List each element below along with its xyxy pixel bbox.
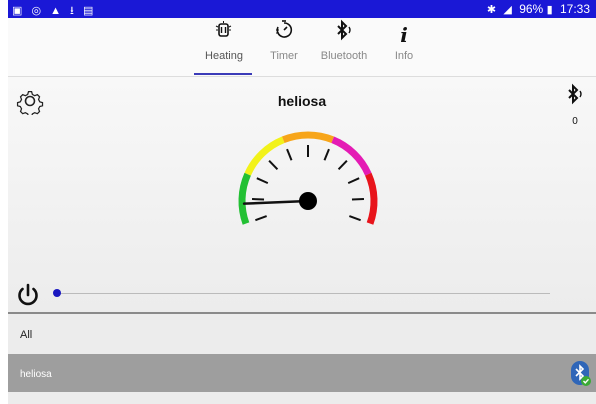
active-tab-indicator [194, 73, 252, 75]
battery-percent: 96% [519, 2, 544, 16]
bottom-area [8, 392, 596, 404]
tab-label: Heating [205, 50, 243, 62]
info-icon: i [400, 23, 408, 47]
gauge-tick [255, 215, 267, 222]
tab-label: Info [394, 50, 414, 62]
bluetooth-signal-icon [562, 83, 588, 111]
tab-heating[interactable]: Heating [194, 18, 254, 74]
bluetooth-status-icon: ✱ [486, 4, 497, 16]
power-slider-track[interactable] [58, 293, 550, 294]
tab-timer[interactable]: Timer [254, 18, 314, 74]
group-label: All [20, 329, 33, 341]
bluetooth-connected-icon [570, 360, 592, 388]
gauge-arc-segment [281, 131, 335, 144]
device-list-item[interactable]: heliosa [8, 354, 596, 392]
device-title: heliosa [277, 93, 327, 109]
timer-icon [254, 18, 314, 48]
gauge-needle [242, 199, 310, 205]
gauge-tick [347, 177, 360, 185]
power-icon[interactable] [15, 282, 41, 308]
tab-bluetooth[interactable]: Bluetooth [314, 18, 374, 74]
gauge-arc-segment [244, 136, 285, 176]
bluetooth-count: 0 [572, 116, 578, 127]
status-bar: ▣ ◎ ▲ ⭳ ▤ ✱ ◢ 96% ▮ 17:33 [8, 0, 596, 18]
battery-icon: ▮ [546, 4, 553, 16]
tab-info[interactable]: i Info [374, 18, 434, 74]
bluetooth-status: 0 [562, 83, 588, 129]
device-group-all[interactable]: All [8, 314, 596, 354]
tab-bar: Heating Timer Bluetooth i Info [8, 18, 596, 77]
temperature-gauge [238, 131, 378, 225]
power-slider-thumb[interactable] [53, 289, 61, 297]
gauge-arc-segment [365, 172, 378, 225]
gauge-arc-segment [331, 136, 372, 176]
heating-panel: heliosa 0 [8, 77, 596, 313]
bluetooth-icon [314, 18, 374, 48]
status-right: ✱ ◢ 96% ▮ 17:33 [487, 2, 590, 16]
gauge-tick [256, 177, 269, 185]
gauge-tick [286, 148, 293, 161]
heater-icon [194, 18, 254, 48]
signal-icon: ◢ [503, 4, 512, 16]
tab-label: Bluetooth [320, 50, 368, 62]
clock: 17:33 [559, 2, 590, 16]
gauge-tick [349, 215, 361, 222]
tab-label: Timer [270, 50, 298, 62]
gauge-tick [337, 160, 348, 171]
gauge-tick [268, 160, 279, 171]
gauge-tick [323, 148, 330, 161]
gauge-arc-segment [238, 172, 251, 225]
device-name: heliosa [20, 369, 52, 380]
gauge-hub [299, 192, 317, 210]
